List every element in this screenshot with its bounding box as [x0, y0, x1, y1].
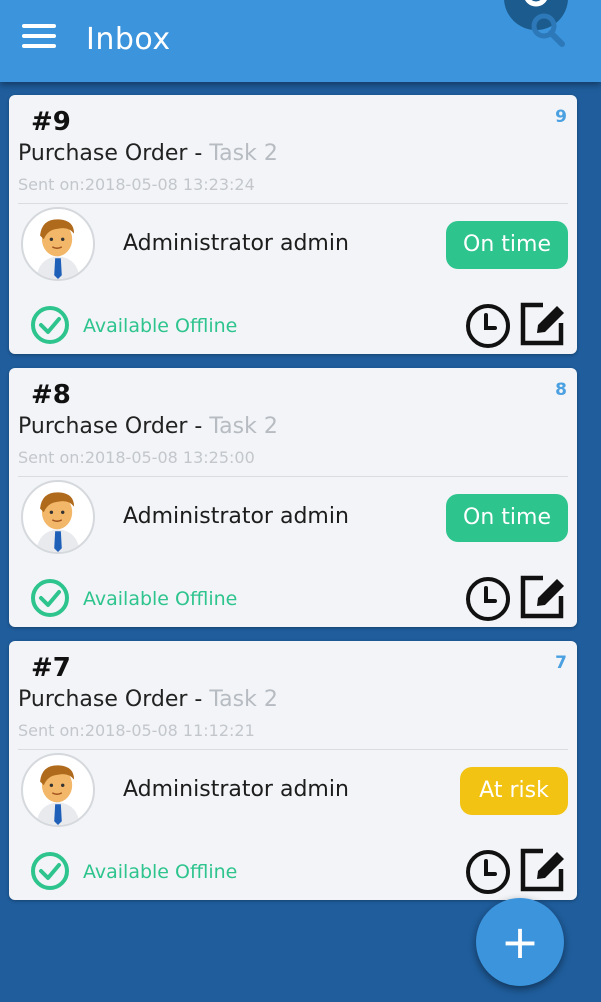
add-button[interactable]: + [476, 898, 564, 986]
case-number: #8 [31, 380, 71, 410]
case-number: #7 [31, 653, 71, 683]
task-title: Purchase Order - Task 2 [18, 141, 278, 166]
assignee-name: Administrator admin [123, 231, 349, 256]
clock-icon[interactable] [465, 303, 511, 349]
search-icon[interactable] [500, 0, 580, 62]
task-card[interactable]: #7 7 Purchase Order - Task 2 Sent on:201… [9, 641, 577, 900]
task-title: Purchase Order - Task 2 [18, 687, 278, 712]
divider [18, 476, 568, 477]
task-card[interactable]: #8 8 Purchase Order - Task 2 Sent on:201… [9, 368, 577, 627]
avatar [21, 207, 95, 281]
clock-icon[interactable] [465, 576, 511, 622]
status-badge: On time [446, 221, 568, 269]
assignee-name: Administrator admin [123, 504, 349, 529]
status-badge: On time [446, 494, 568, 542]
edit-icon[interactable] [517, 570, 569, 622]
menu-icon[interactable] [22, 24, 56, 48]
case-count: 8 [555, 380, 567, 400]
app-bar: Inbox [0, 0, 601, 82]
avatar [21, 753, 95, 827]
task-title: Purchase Order - Task 2 [18, 414, 278, 439]
task-name: Task 2 [209, 414, 278, 439]
edit-icon[interactable] [517, 843, 569, 895]
avatar [21, 480, 95, 554]
status-badge: At risk [460, 767, 568, 815]
clock-icon[interactable] [465, 849, 511, 895]
divider [18, 203, 568, 204]
process-name: Purchase Order - [18, 687, 210, 712]
sent-date: Sent on:2018-05-08 13:25:00 [18, 448, 255, 467]
assignee-name: Administrator admin [123, 777, 349, 802]
case-count: 9 [555, 107, 567, 127]
process-name: Purchase Order - [18, 141, 210, 166]
offline-label: Available Offline [83, 861, 238, 883]
plus-icon: + [500, 915, 540, 969]
process-name: Purchase Order - [18, 414, 210, 439]
page-title: Inbox [86, 22, 171, 57]
case-number: #9 [31, 107, 71, 137]
check-circle-icon [31, 579, 69, 617]
task-card[interactable]: #9 9 Purchase Order - Task 2 Sent on:201… [9, 95, 577, 354]
sent-date: Sent on:2018-05-08 11:12:21 [18, 721, 255, 740]
check-circle-icon [31, 306, 69, 344]
offline-label: Available Offline [83, 315, 238, 337]
task-name: Task 2 [209, 141, 278, 166]
case-count: 7 [555, 653, 567, 673]
divider [18, 749, 568, 750]
check-circle-icon [31, 852, 69, 890]
edit-icon[interactable] [517, 297, 569, 349]
offline-label: Available Offline [83, 588, 238, 610]
sent-date: Sent on:2018-05-08 13:23:24 [18, 175, 255, 194]
task-name: Task 2 [209, 687, 278, 712]
